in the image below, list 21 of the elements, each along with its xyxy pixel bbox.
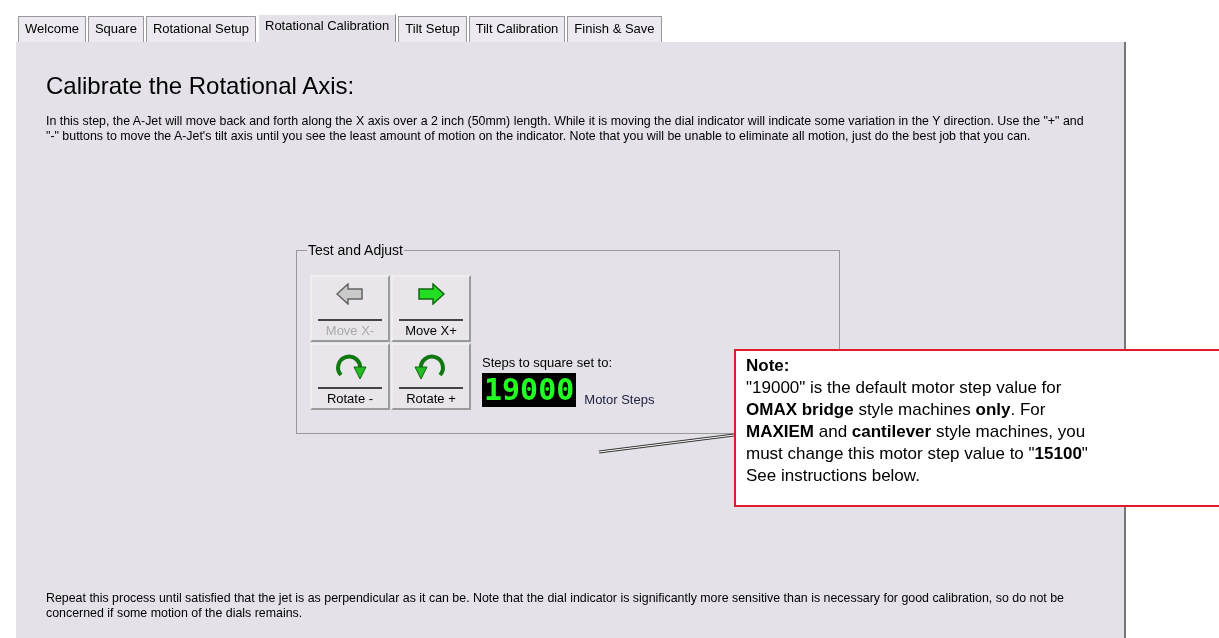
footer-text: Repeat this process until satisfied that the jet is as perpendicular as it can be. Note that the dial indicator is significantly more sensitive than is necessary for good calibration, so do not be concerned if some motion of the dials remains. xyxy=(46,591,1065,621)
left-arrow-icon xyxy=(336,283,364,305)
button[interactable]: Rotate + xyxy=(391,343,471,410)
group-title: Test and Adjust xyxy=(307,242,404,258)
tab[interactable]: Square xyxy=(87,16,144,42)
steps-display: 19000 xyxy=(482,373,577,407)
page-heading: Calibrate the Rotational Axis: xyxy=(46,72,356,100)
right-arrow-icon xyxy=(417,283,445,305)
tab[interactable]: Tilt Calibration xyxy=(468,16,566,42)
unit-label: Motor Steps xyxy=(584,392,655,407)
instructions-text: In this step, the A-Jet will move back and forth along the X axis over a 2 inch (50mm) length. While it is moving the dial indicator will indicate some variation in the Y direction. Use the "+" and "-" buttons to move the A-Jet's tilt axis until you see the least amount of motion on the indicator. Note that you will be unable to eliminate all motion, just do the best job that you can. xyxy=(46,114,1085,144)
note-text: "19000" is the default motor step value for OMAX bridge style machines only. For MAXIEM and cantilever style machines, you must change this motor step value to "15100" See instructions below. xyxy=(746,377,1089,487)
tab[interactable]: Rotational Calibration xyxy=(258,14,397,42)
steps-label: Steps to square set to: xyxy=(482,355,614,370)
tab[interactable]: Finish & Save xyxy=(567,16,662,42)
button[interactable]: Move X+ xyxy=(391,275,471,342)
tab[interactable]: Rotational Setup xyxy=(145,16,256,42)
tab[interactable]: Welcome xyxy=(18,16,86,42)
tab[interactable]: Tilt Setup xyxy=(398,16,467,42)
button[interactable]: Rotate - xyxy=(310,343,390,410)
note-title: Note: xyxy=(746,355,791,377)
